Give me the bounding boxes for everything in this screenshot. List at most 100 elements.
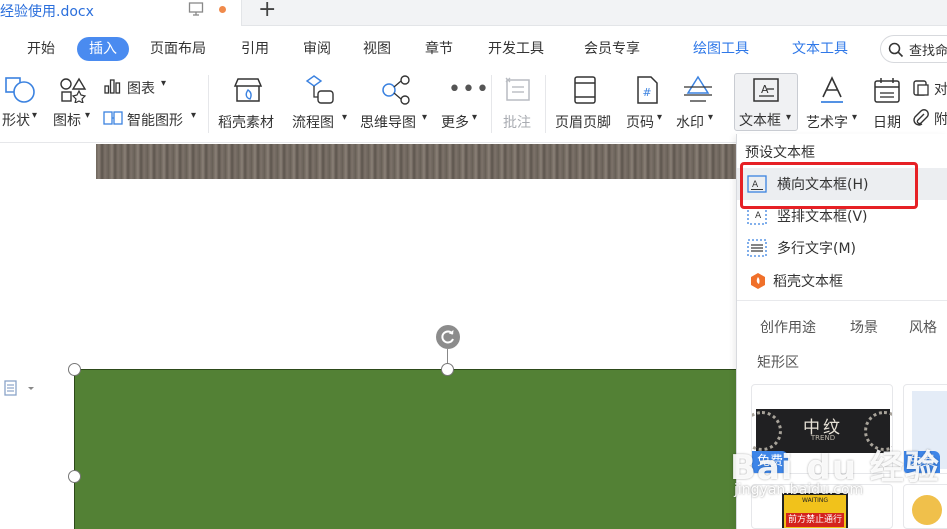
menu-item-label: 多行文字(M)	[777, 241, 857, 257]
filter-tab-style[interactable]: 风格	[909, 317, 937, 337]
menu-tab-review[interactable]: 审阅	[303, 37, 331, 61]
comment-label: 批注	[503, 115, 531, 131]
watermark-label: 水印	[676, 115, 704, 131]
chart-icon	[104, 79, 121, 94]
more-dots-icon: •••	[448, 77, 490, 102]
object-icon	[913, 80, 929, 96]
filter-tab-usage[interactable]: 创作用途	[760, 317, 816, 337]
flowchart-label: 流程图	[292, 115, 334, 131]
smart-shape-label: 智能图形	[127, 113, 183, 129]
icons-button[interactable]: 图标 ▾	[52, 69, 96, 139]
wordart-label: 艺术字	[806, 115, 848, 131]
title-bar: 经验使用.docx +	[0, 0, 947, 26]
smart-shape-button[interactable]: 智能图形 ▾	[103, 107, 199, 131]
menu-tab-references[interactable]: 引用	[241, 37, 269, 61]
search-icon	[888, 42, 904, 58]
ribbon-separator	[208, 75, 209, 133]
shapes-label: 形状	[2, 113, 30, 129]
filter-tab-scene[interactable]: 场景	[850, 317, 878, 337]
textbox-icon: A	[753, 78, 779, 102]
menu-item-label: 竖排文本框(V)	[777, 209, 868, 225]
textbox-label: 文本框	[739, 113, 781, 129]
daoke-material-button[interactable]: 稻壳素材	[214, 69, 282, 139]
header-footer-icon	[574, 76, 596, 104]
wordart-icon	[821, 76, 843, 103]
page-number-label: 页码	[626, 115, 654, 131]
document-tab[interactable]: 经验使用.docx	[0, 0, 242, 26]
resize-handle-top-center[interactable]	[441, 363, 454, 376]
multiline-text-icon	[747, 239, 767, 257]
mindmap-button[interactable]: 思维导图 ▾	[360, 69, 432, 139]
menu-tab-page-layout[interactable]: 页面布局	[150, 37, 206, 61]
shapes-icon	[5, 77, 35, 103]
comment-button[interactable]: 批注	[496, 69, 540, 139]
daoke-material-label: 稻壳素材	[218, 115, 274, 131]
menu-item-daoke-textbox[interactable]: 稻壳文本框	[737, 265, 947, 297]
date-label: 日期	[873, 115, 901, 131]
paperclip-icon	[913, 109, 929, 126]
object-label: 对	[934, 82, 947, 98]
svg-text:A: A	[755, 211, 762, 221]
icons-label: 图标	[53, 113, 81, 129]
chart-label: 图表	[127, 81, 155, 97]
more-button[interactable]: ••• 更多 ▾	[440, 69, 489, 139]
resize-handle-top-left[interactable]	[68, 363, 81, 376]
preset-textbox-heading: 预设文本框	[745, 145, 815, 161]
mindmap-label: 思维导图	[360, 115, 416, 131]
store-icon	[233, 78, 263, 102]
rotate-handle-icon[interactable]	[436, 325, 460, 349]
watermark-icon	[684, 75, 712, 102]
menu-tab-developer[interactable]: 开发工具	[488, 37, 544, 61]
mindmap-icon	[382, 75, 410, 105]
baidu-jingyan-watermark: Bai du 经验 jingyan.baidu.com	[722, 440, 939, 520]
daoke-logo-icon	[751, 273, 765, 289]
menu-tab-view[interactable]: 视图	[363, 37, 391, 61]
menu-tab-text-tools[interactable]: 文本工具	[792, 37, 848, 61]
attachment-button[interactable]: 附	[912, 107, 947, 131]
search-box[interactable]: 查找命	[880, 35, 947, 63]
menu-item-multiline-text[interactable]: 多行文字(M)	[737, 232, 947, 264]
calendar-icon	[874, 78, 900, 103]
menu-bar: 开始 插入 页面布局 引用 审阅 视图 章节 开发工具 会员专享 绘图工具 文本…	[0, 27, 947, 69]
green-rectangle-shape[interactable]	[74, 369, 736, 529]
attachment-label: 附	[934, 112, 947, 128]
textbox-button[interactable]: A 文本框 ▾	[734, 73, 798, 131]
wordart-button[interactable]: 艺术字 ▾	[804, 69, 860, 139]
more-label: 更多	[441, 115, 469, 131]
icons-icon	[60, 77, 87, 103]
chart-button[interactable]: 图表 ▾	[103, 75, 173, 99]
menu-tab-member[interactable]: 会员专享	[584, 37, 640, 61]
resize-handle-middle-left[interactable]	[68, 470, 81, 483]
document-image[interactable]	[96, 144, 736, 179]
flowchart-button[interactable]: 流程图 ▾	[290, 69, 352, 139]
highlight-annotation-box	[740, 162, 918, 209]
watermark-url: jingyan.baidu.com	[734, 482, 864, 498]
header-footer-button[interactable]: 页眉页脚	[552, 69, 618, 139]
shapes-button[interactable]: 形状 ▾	[0, 69, 44, 139]
flowchart-icon	[305, 75, 334, 104]
menu-tab-insert[interactable]: 插入	[77, 37, 129, 61]
vertical-textbox-icon: A	[747, 207, 767, 225]
menu-divider	[737, 300, 947, 301]
menu-item-label: 稻壳文本框	[773, 274, 843, 290]
menu-tab-home[interactable]: 开始	[27, 37, 55, 61]
layout-options-icon[interactable]	[4, 380, 34, 396]
page-number-icon: #	[637, 76, 658, 104]
ribbon-separator	[545, 75, 546, 133]
comment-icon	[505, 77, 530, 101]
header-footer-label: 页眉页脚	[555, 115, 611, 131]
watermark-button[interactable]: 水印 ▾	[676, 69, 722, 139]
object-button[interactable]: 对	[912, 77, 947, 101]
menu-tab-section[interactable]: 章节	[425, 37, 453, 61]
monitor-icon[interactable]	[188, 1, 204, 17]
svg-text:#: #	[642, 86, 651, 99]
ribbon-toolbar: 形状 ▾ 图标 ▾ 图表 ▾ 智能图形 ▾ 稻壳素材 流程图 ▾ 思维导图 ▾ …	[0, 69, 947, 143]
smart-shape-icon	[103, 111, 123, 125]
search-label: 查找命	[909, 44, 947, 59]
date-button[interactable]: 日期	[870, 69, 908, 139]
new-tab-button[interactable]: +	[258, 0, 276, 23]
unsaved-dot-icon[interactable]	[219, 6, 226, 13]
menu-tab-drawing-tools[interactable]: 绘图工具	[693, 37, 749, 61]
page-number-button[interactable]: # 页码 ▾	[624, 69, 670, 139]
ribbon-separator	[491, 75, 492, 133]
